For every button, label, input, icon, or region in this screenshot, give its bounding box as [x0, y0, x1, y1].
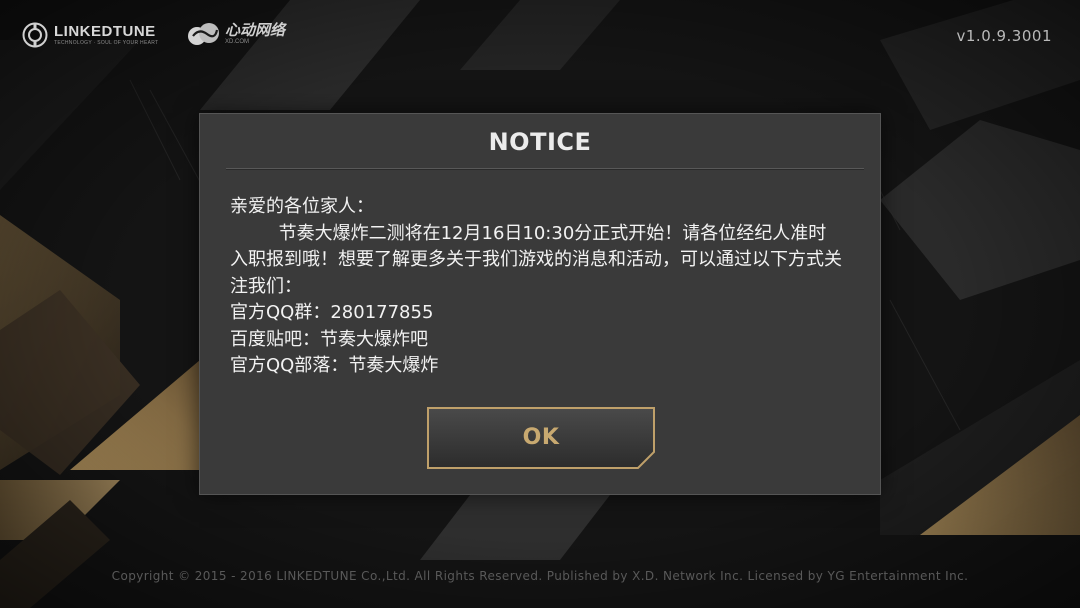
publisher-name: 心动网络 [225, 21, 286, 39]
xd-logo-icon [188, 23, 219, 45]
top-bar: LINKEDTUNE TECHNOLOGY · SOUL OF YOUR HEA… [0, 0, 1080, 80]
message-baidu-tieba: 百度贴吧：节奏大爆炸吧 [230, 328, 428, 350]
copyright-footer: Copyright © 2015 - 2016 LINKEDTUNE Co.,L… [111, 569, 969, 583]
message-qq-tribe: 官方QQ部落：节奏大爆炸 [230, 355, 439, 376]
ok-button[interactable]: OK [427, 407, 655, 469]
notice-message: 亲爱的各位家人： 节奏大爆炸二测将在12月16日10:30分正式开始！请各位经纪… [230, 194, 842, 380]
brand-tagline: TECHNOLOGY · SOUL OF YOUR HEART [54, 39, 159, 46]
message-greeting: 亲爱的各位家人： [230, 196, 374, 217]
message-qq-group: 官方QQ群：280177855 [230, 302, 434, 323]
notice-dialog: NOTICE 亲爱的各位家人： 节奏大爆炸二测将在12月16日10:30分正式开… [199, 113, 881, 495]
message-body: 节奏大爆炸二测将在12月16日10:30分正式开始！请各位经纪人准时入职报到哦！… [230, 222, 842, 297]
linkedtune-logo-icon [22, 22, 48, 48]
title-divider [226, 168, 864, 170]
ok-button-label: OK [522, 425, 560, 450]
dialog-title: NOTICE [488, 128, 592, 156]
publisher-domain: XD.COM [225, 39, 249, 45]
brand-name: LINKEDTUNE [54, 22, 156, 40]
brand-logo: LINKEDTUNE TECHNOLOGY · SOUL OF YOUR HEA… [22, 22, 158, 48]
version-label: v1.0.9.3001 [956, 27, 1052, 45]
publisher-logo: 心动网络 XD.COM [187, 20, 285, 48]
